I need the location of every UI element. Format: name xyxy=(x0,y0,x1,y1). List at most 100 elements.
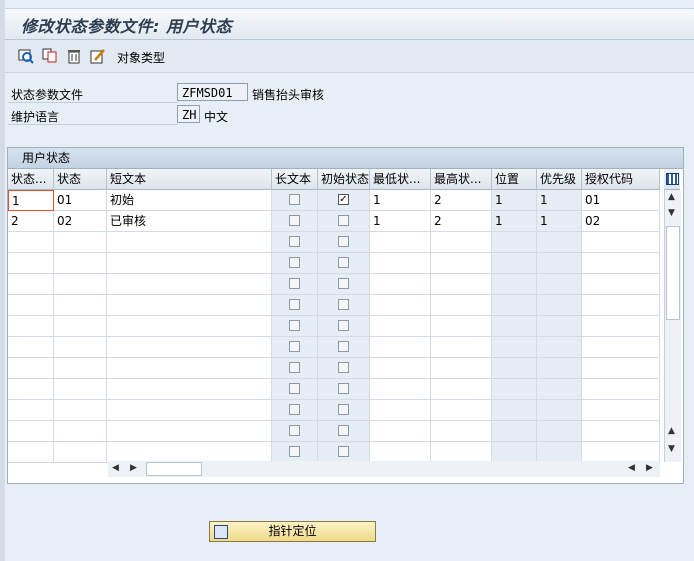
long-text-checkbox[interactable] xyxy=(289,320,300,331)
short-text-cell[interactable] xyxy=(107,295,272,316)
status-code-cell[interactable]: 02 xyxy=(54,211,107,232)
short-text-cell[interactable] xyxy=(107,232,272,253)
status-code-cell[interactable] xyxy=(54,421,107,442)
status-profile-field[interactable]: ZFMSD01 xyxy=(177,83,248,101)
highest-status-cell[interactable]: 2 xyxy=(431,211,492,232)
table-row[interactable] xyxy=(8,274,660,295)
lowest-status-cell[interactable]: 1 xyxy=(370,211,431,232)
position-cell[interactable] xyxy=(492,400,537,421)
highest-status-cell[interactable] xyxy=(431,232,492,253)
column-header[interactable]: 优先级 xyxy=(537,169,582,190)
initial-status-checkbox[interactable] xyxy=(338,425,349,436)
priority-cell[interactable] xyxy=(537,421,582,442)
lowest-status-cell[interactable]: 1 xyxy=(370,190,431,211)
highest-status-cell[interactable] xyxy=(431,421,492,442)
initial-status-checkbox[interactable] xyxy=(338,383,349,394)
highest-status-cell[interactable] xyxy=(431,337,492,358)
initial-status-checkbox[interactable] xyxy=(338,404,349,415)
long-text-checkbox[interactable] xyxy=(289,299,300,310)
status-number-cell[interactable] xyxy=(8,400,54,421)
column-header[interactable]: 最高状... xyxy=(431,169,492,190)
auth-code-cell[interactable] xyxy=(582,274,660,295)
initial-status-checkbox[interactable]: ✓ xyxy=(338,194,349,205)
long-text-checkbox[interactable] xyxy=(289,257,300,268)
initial-status-checkbox[interactable] xyxy=(338,362,349,373)
language-field[interactable]: ZH xyxy=(177,105,200,123)
lowest-status-cell[interactable] xyxy=(370,379,431,400)
lowest-status-cell[interactable] xyxy=(370,253,431,274)
display-icon[interactable] xyxy=(17,47,35,65)
status-code-cell[interactable] xyxy=(54,337,107,358)
priority-cell[interactable] xyxy=(537,442,582,463)
auth-code-cell[interactable] xyxy=(582,316,660,337)
short-text-cell[interactable] xyxy=(107,421,272,442)
status-number-cell[interactable]: 2 xyxy=(8,211,54,232)
status-code-cell[interactable] xyxy=(54,295,107,316)
position-cell[interactable] xyxy=(492,295,537,316)
short-text-cell[interactable]: 初始 xyxy=(107,190,272,211)
status-code-cell[interactable] xyxy=(54,316,107,337)
status-number-cell[interactable] xyxy=(8,421,54,442)
position-cell[interactable] xyxy=(492,316,537,337)
priority-cell[interactable] xyxy=(537,253,582,274)
scroll-down-icon[interactable]: ▼ xyxy=(668,208,675,218)
priority-cell[interactable]: 1 xyxy=(537,190,582,211)
vertical-scrollbar[interactable]: ▲ ▼ ▲ ▼ xyxy=(664,190,681,462)
column-header[interactable]: 短文本 xyxy=(107,169,272,190)
status-code-cell[interactable] xyxy=(54,379,107,400)
lowest-status-cell[interactable] xyxy=(370,232,431,253)
position-cell[interactable] xyxy=(492,337,537,358)
long-text-checkbox[interactable] xyxy=(289,278,300,289)
table-row[interactable] xyxy=(8,400,660,421)
horizontal-scrollbar[interactable]: ◀ ▶ ◀ ▶ xyxy=(108,461,660,477)
auth-code-cell[interactable] xyxy=(582,337,660,358)
column-header[interactable]: 最低状... xyxy=(370,169,431,190)
auth-code-cell[interactable] xyxy=(582,379,660,400)
long-text-checkbox[interactable] xyxy=(289,404,300,415)
status-number-cell[interactable] xyxy=(8,358,54,379)
status-code-cell[interactable] xyxy=(54,232,107,253)
table-row[interactable] xyxy=(8,295,660,316)
table-row[interactable]: 1 01 初始 ✓ 1 2 1 1 01 xyxy=(8,190,660,211)
initial-status-checkbox[interactable] xyxy=(338,257,349,268)
priority-cell[interactable] xyxy=(537,400,582,421)
initial-status-checkbox[interactable] xyxy=(338,215,349,226)
position-cell[interactable] xyxy=(492,379,537,400)
short-text-cell[interactable] xyxy=(107,358,272,379)
scroll-up-icon[interactable]: ▲ xyxy=(668,192,675,202)
position-cell[interactable] xyxy=(492,421,537,442)
lowest-status-cell[interactable] xyxy=(370,337,431,358)
initial-status-checkbox[interactable] xyxy=(338,320,349,331)
status-code-cell[interactable] xyxy=(54,253,107,274)
table-row[interactable] xyxy=(8,442,660,463)
status-number-cell[interactable] xyxy=(8,295,54,316)
highest-status-cell[interactable] xyxy=(431,253,492,274)
position-cell[interactable] xyxy=(492,232,537,253)
position-cell[interactable] xyxy=(492,358,537,379)
short-text-cell[interactable] xyxy=(107,442,272,463)
priority-cell[interactable] xyxy=(537,295,582,316)
long-text-checkbox[interactable] xyxy=(289,341,300,352)
auth-code-cell[interactable] xyxy=(582,421,660,442)
priority-cell[interactable]: 1 xyxy=(537,211,582,232)
table-row[interactable] xyxy=(8,253,660,274)
status-number-cell[interactable] xyxy=(8,316,54,337)
highest-status-cell[interactable] xyxy=(431,316,492,337)
table-settings-icon[interactable] xyxy=(664,169,680,190)
delete-icon[interactable] xyxy=(65,47,83,65)
lowest-status-cell[interactable] xyxy=(370,274,431,295)
initial-status-checkbox[interactable] xyxy=(338,236,349,247)
initial-status-checkbox[interactable] xyxy=(338,299,349,310)
auth-code-cell[interactable] xyxy=(582,358,660,379)
highest-status-cell[interactable] xyxy=(431,295,492,316)
long-text-checkbox[interactable] xyxy=(289,425,300,436)
position-cell[interactable]: 1 xyxy=(492,190,537,211)
status-code-cell[interactable] xyxy=(54,274,107,295)
column-header[interactable]: 长文本 xyxy=(272,169,318,190)
table-row[interactable] xyxy=(8,337,660,358)
status-code-cell[interactable] xyxy=(54,442,107,463)
status-number-cell[interactable] xyxy=(8,442,54,463)
priority-cell[interactable] xyxy=(537,232,582,253)
initial-status-checkbox[interactable] xyxy=(338,341,349,352)
lowest-status-cell[interactable] xyxy=(370,442,431,463)
